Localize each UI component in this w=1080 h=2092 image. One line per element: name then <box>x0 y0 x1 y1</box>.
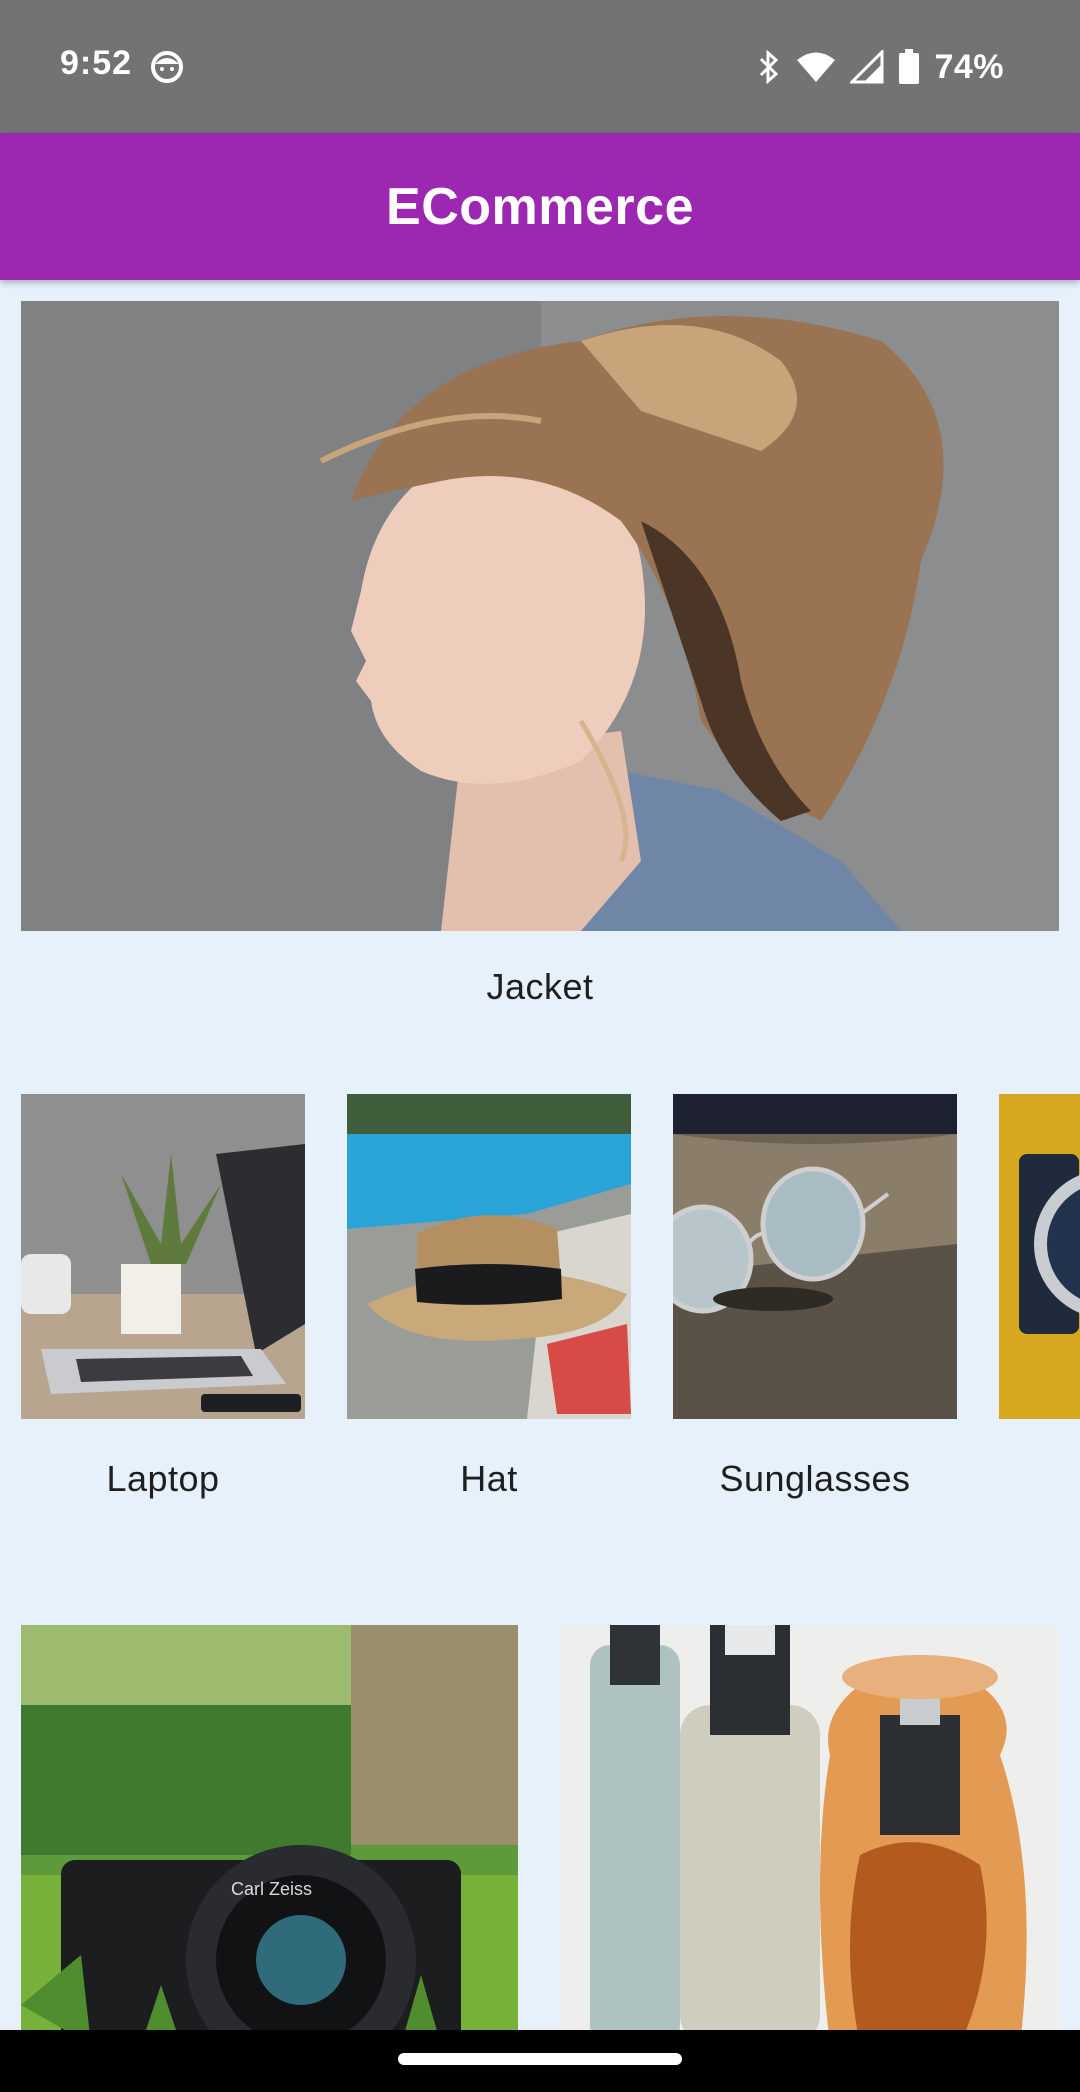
sunglasses-image[interactable] <box>673 1094 957 1419</box>
perfume-image[interactable] <box>560 1625 1059 2030</box>
product-label: Laptop <box>106 1458 220 1499</box>
jacket-image[interactable] <box>21 301 1059 931</box>
laptop-image[interactable] <box>21 1094 305 1419</box>
status-bar: 9:52 74% <box>0 0 1080 133</box>
face-icon <box>151 51 183 83</box>
product-label: Sunglasses <box>719 1458 911 1499</box>
hat-image[interactable] <box>347 1094 631 1419</box>
bluetooth-icon <box>760 50 779 84</box>
product-label: Hat <box>460 1458 518 1499</box>
wifi-icon <box>797 52 836 82</box>
watch-image[interactable] <box>999 1094 1080 1419</box>
battery-icon <box>899 49 920 84</box>
camera-image[interactable]: Carl Zeiss <box>21 1625 518 2030</box>
product-list[interactable]: Jacket Laptop Hat Sunglasses Carl Zeiss <box>0 280 1080 2030</box>
status-time: 9:52 <box>60 44 133 82</box>
battery-percent: 74% <box>934 47 1004 86</box>
home-gesture-handle[interactable] <box>398 2053 682 2065</box>
app-bar: ECommerce <box>0 133 1080 280</box>
navigation-bar <box>0 2030 1080 2092</box>
svg-text:Carl Zeiss: Carl Zeiss <box>231 1879 312 1899</box>
signal-icon <box>850 50 884 84</box>
product-label: Jacket <box>486 966 594 1007</box>
app-title: ECommerce <box>386 177 694 236</box>
